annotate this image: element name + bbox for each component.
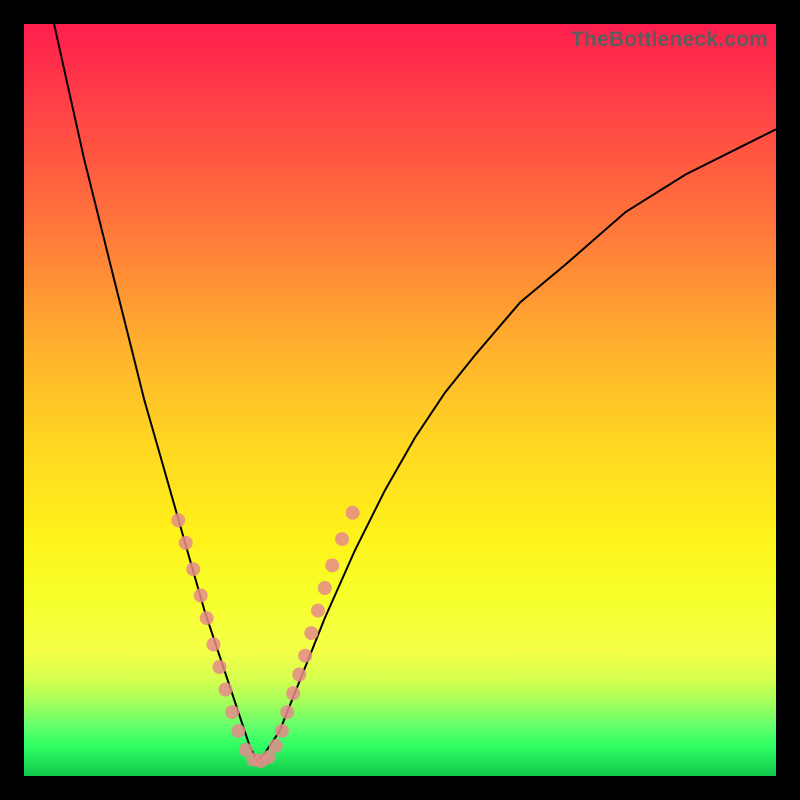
curve-layer	[24, 24, 776, 776]
marker-point	[292, 668, 306, 682]
marker-point	[280, 705, 294, 719]
marker-point	[325, 558, 339, 572]
marker-point	[194, 589, 208, 603]
marker-point	[171, 513, 185, 527]
marker-point	[186, 562, 200, 576]
marker-point	[304, 626, 318, 640]
marker-point	[269, 739, 283, 753]
plot-area: TheBottleneck.com	[24, 24, 776, 776]
marker-point	[286, 686, 300, 700]
chart-frame: TheBottleneck.com	[0, 0, 800, 800]
marker-group	[171, 506, 359, 768]
marker-point	[213, 660, 227, 674]
marker-point	[298, 649, 312, 663]
marker-point	[231, 724, 245, 738]
marker-point	[200, 611, 214, 625]
marker-point	[179, 536, 193, 550]
marker-point	[219, 683, 233, 697]
bottleneck-curve-path	[54, 24, 776, 761]
marker-point	[225, 705, 239, 719]
marker-point	[207, 637, 221, 651]
marker-point	[275, 724, 289, 738]
marker-point	[346, 506, 360, 520]
marker-point	[311, 604, 325, 618]
marker-point	[318, 581, 332, 595]
marker-point	[335, 532, 349, 546]
